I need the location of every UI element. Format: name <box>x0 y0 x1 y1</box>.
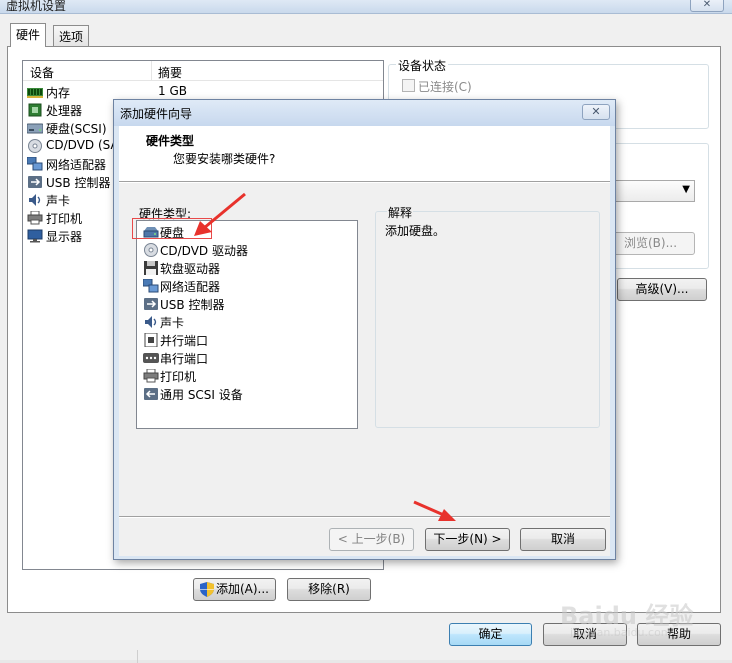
connected-label: 已连接(C) <box>418 80 472 94</box>
explanation-group <box>375 211 600 428</box>
wizard-heading: 硬件类型 <box>146 134 195 148</box>
wizard-title: 添加硬件向导 <box>120 107 193 121</box>
printer-icon <box>143 369 159 383</box>
add-button[interactable]: 添加(A)... <box>193 578 276 601</box>
device-label: 打印机 <box>46 212 83 226</box>
floppy-icon <box>144 261 158 275</box>
explanation-text: 添加硬盘。 <box>385 224 446 238</box>
column-header-summary[interactable]: 摘要 <box>158 64 182 81</box>
annotation-arrow-icon <box>413 500 456 521</box>
hardware-item-label: 串行端口 <box>160 352 209 366</box>
usb-controller-icon <box>144 298 158 310</box>
device-label: 网络适配器 <box>46 158 107 172</box>
device-label: 显示器 <box>46 230 83 244</box>
advanced-button[interactable]: 高级(V)... <box>617 278 707 301</box>
hard-disk-icon <box>27 123 43 134</box>
chevron-down-icon: ▼ <box>682 184 690 195</box>
column-header-device[interactable]: 设备 <box>30 64 54 81</box>
hardware-item-serial-port[interactable]: 串行端口 <box>143 349 351 367</box>
wizard-header: 硬件类型 您要安装哪类硬件? <box>119 126 610 181</box>
usb-controller-icon <box>28 176 42 188</box>
device-label: CD/DVD (SA <box>46 138 119 152</box>
wizard-close-button[interactable]: ✕ <box>582 104 610 120</box>
next-button[interactable]: 下一步(N) > <box>425 528 510 551</box>
device-label: 处理器 <box>46 104 83 118</box>
divider <box>137 650 138 663</box>
window-title: 虚拟机设置 <box>6 0 67 13</box>
device-status-title: 设备状态 <box>396 57 449 74</box>
network-adapter-icon <box>143 279 159 293</box>
ok-button[interactable]: 确定 <box>449 623 532 646</box>
printer-icon <box>27 211 43 225</box>
hardware-item-network-adapter[interactable]: 网络适配器 <box>143 277 351 295</box>
browse-button[interactable]: 浏览(B)... <box>612 232 695 255</box>
sound-card-icon <box>145 316 157 328</box>
wizard-cancel-button[interactable]: 取消 <box>520 528 606 551</box>
watermark-sub: jingyan.baidu.com <box>570 626 672 639</box>
device-label: 硬盘(SCSI) <box>46 122 107 136</box>
display-icon <box>27 229 43 243</box>
add-button-label: 添加(A)... <box>215 582 270 596</box>
cd-dvd-icon <box>28 139 42 153</box>
hardware-item-label: 打印机 <box>160 370 197 384</box>
hardware-item-parallel-port[interactable]: 并行端口 <box>143 331 351 349</box>
close-icon: ✕ <box>702 0 712 10</box>
window-titlebar: 虚拟机设置 ✕ <box>0 0 732 14</box>
generic-scsi-icon <box>144 388 158 400</box>
back-button[interactable]: < 上一步(B) <box>329 528 414 551</box>
wizard-titlebar: 添加硬件向导 ✕ <box>114 100 615 126</box>
hardware-item-label: CD/DVD 驱动器 <box>160 244 248 258</box>
hardware-item-sound-card[interactable]: 声卡 <box>143 313 351 331</box>
wizard-subheading: 您要安装哪类硬件? <box>173 152 276 166</box>
serial-port-icon <box>143 353 159 363</box>
tab-hardware[interactable]: 硬件 <box>10 23 47 47</box>
hardware-item-label: 软盘驱动器 <box>160 262 221 276</box>
network-adapter-icon <box>27 157 43 171</box>
hardware-item-label: USB 控制器 <box>160 298 225 312</box>
hardware-item-label: 声卡 <box>160 316 185 330</box>
hardware-item-label: 通用 SCSI 设备 <box>160 388 243 402</box>
close-icon: ✕ <box>591 105 601 118</box>
processor-icon <box>28 103 42 117</box>
hardware-type-list[interactable]: 硬盘 CD/DVD 驱动器 软盘驱动器 网络适配器 USB 控制器 声卡 并行端… <box>136 220 358 429</box>
device-label: 内存 <box>46 86 71 100</box>
hardware-item-label: 网络适配器 <box>160 280 221 294</box>
device-label: 声卡 <box>46 194 71 208</box>
connected-checkbox[interactable] <box>402 79 415 92</box>
hardware-item-floppy[interactable]: 软盘驱动器 <box>143 259 351 277</box>
hardware-item-label: 并行端口 <box>160 334 209 348</box>
parallel-port-icon <box>144 333 158 347</box>
explanation-title: 解释 <box>387 204 414 221</box>
device-label: USB 控制器 <box>46 176 111 190</box>
close-button[interactable]: ✕ <box>690 0 724 12</box>
hardware-item-printer[interactable]: 打印机 <box>143 367 351 385</box>
hardware-item-generic-scsi[interactable]: 通用 SCSI 设备 <box>143 385 351 403</box>
device-list-header: 设备 摘要 <box>23 61 383 81</box>
shield-icon <box>200 582 214 597</box>
hardware-item-usb-controller[interactable]: USB 控制器 <box>143 295 351 313</box>
connection-select[interactable]: ▼ <box>612 180 695 202</box>
add-hardware-wizard: 添加硬件向导 ✕ 硬件类型 您要安装哪类硬件? 硬件类型: 硬盘 CD/DVD … <box>113 99 616 560</box>
cd-dvd-icon <box>144 243 158 257</box>
column-divider[interactable] <box>151 61 152 81</box>
hardware-item-cd-dvd[interactable]: CD/DVD 驱动器 <box>143 241 351 259</box>
device-summary: 1 GB <box>158 84 187 98</box>
sound-card-icon <box>29 194 41 206</box>
tab-options[interactable]: 选项 <box>53 25 90 46</box>
remove-button[interactable]: 移除(R) <box>287 578 371 601</box>
memory-icon <box>27 88 43 98</box>
annotation-arrow-icon <box>194 192 246 236</box>
